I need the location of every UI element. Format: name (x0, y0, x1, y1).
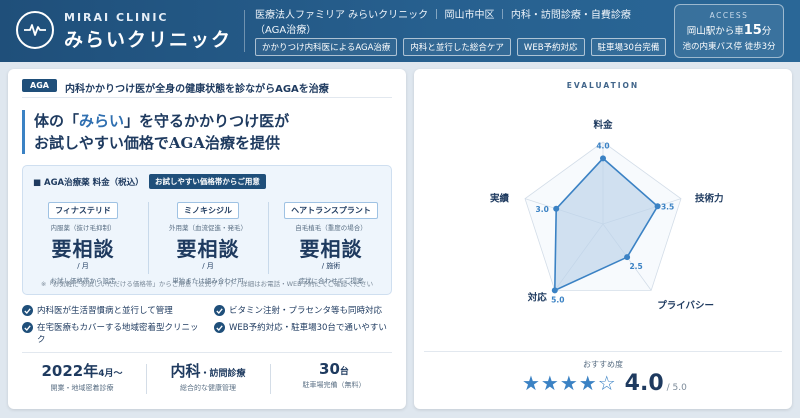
hero-text: 体の「みらい」を守るかかりつけ医が お試しやすい価格でAGA治療を提供 (22, 110, 289, 154)
check-item: WEB予約対応・駐車場30台で通いやすい (214, 322, 398, 334)
check-item: 在宅医療もカバーする地域密着型クリニック (22, 322, 200, 346)
check-icon (214, 322, 225, 333)
radar-data-point (600, 155, 606, 162)
price-item-name: フィナステリド (48, 202, 118, 219)
price-item-unit: / 月 (202, 262, 214, 270)
price-title: ■ AGA治療薬 料金（税込） (33, 178, 144, 188)
radar-data-point (654, 203, 661, 210)
price-divider (268, 202, 269, 274)
price-footnote: ※「お気軽に お試しいただける価格帯」からご用意（公式サイト）/ 詳細はお電話・… (40, 280, 374, 288)
check-icon (214, 305, 225, 316)
radar-chart: 4.0 3.5 2.5 5.0 3.0 料金技術力プライバシー 対応 実績 (490, 119, 724, 311)
divider (22, 352, 392, 353)
stat-opening: 2022年4月〜 開業・地域密着診療 (41, 362, 123, 392)
radar-data-point (624, 254, 631, 261)
header-tag: 駐車場30台完備 (590, 38, 667, 56)
access-drive-time: 岡山駅から車15分 (686, 23, 772, 38)
header-divider (244, 10, 245, 52)
check-item: ビタミン注射・プラセンタ等も同時対応 (214, 305, 398, 317)
aga-badge: AGA (22, 79, 57, 92)
price-item-hair-transplant: ヘアトランスプラント 自毛植毛（重度の場合） 要相談 / 施術 症状に合わせてご… (275, 198, 387, 285)
price-item-price: 要相談 (51, 237, 115, 261)
price-item-name: ミノキシジル (177, 202, 239, 219)
header-tag: 内科と並行した総合ケア (403, 38, 511, 56)
radar-value-label: 5.0 (551, 295, 564, 304)
site-header: MIRAI CLINIC みらいクリニック 医療法人ファミリア みらいクリニック… (0, 0, 800, 62)
price-item-finasteride: フィナステリド 内服薬（抜け毛抑制） 要相談 / 月 お試し価格帯から設定 (27, 198, 139, 285)
price-item-sub: 自毛植毛（重度の場合） (295, 224, 367, 232)
price-item-price: 要相談 (176, 237, 240, 261)
access-box: ACCESS 岡山駅から車15分 池の内東バス停 徒歩3分 (674, 4, 784, 58)
divider (22, 97, 392, 98)
logo-japanese[interactable]: みらいクリニック (64, 25, 232, 52)
divider (424, 351, 782, 352)
evaluation-card: EVALUATION 4.0 3.5 2.5 5.0 3.0 料金技術力プライバシー 対応 実… (414, 69, 792, 409)
price-divider (148, 202, 149, 274)
stat-divider (146, 364, 147, 394)
radar-value-label: 3.0 (536, 205, 549, 214)
logo-english: MIRAI CLINIC (64, 11, 169, 24)
radar-value-label: 4.0 (596, 141, 609, 150)
price-item-sub: 内服薬（抜け毛抑制） (50, 224, 116, 232)
evaluation-title: EVALUATION (566, 81, 640, 90)
radar-data-point (553, 205, 560, 212)
access-bus-stop: 池の内東バス停 徒歩3分 (682, 42, 776, 52)
rating-score: 4.0 (624, 371, 664, 396)
header-tags: かかりつけ内科医によるAGA治療 内科と並行した総合ケア WEB予約対応 駐車場… (255, 38, 667, 56)
radar-value-label: 3.5 (661, 202, 674, 211)
heartbeat-icon (16, 11, 54, 49)
price-item-minoxidil: ミノキシジル 外用薬（血流促進・発毛） 要相談 / 月 単独または組み合わせ可 (152, 198, 264, 285)
radar-data-point (551, 287, 558, 294)
stat-specialty: 内科・訪問診療 総合的な健康管理 (170, 362, 246, 392)
aga-info-card: AGA 内科かかりつけ医が全身の健康状態を診ながらAGAを治療 体の「みらい」を… (8, 69, 406, 409)
radar-axis-label: 実績 (490, 193, 510, 205)
price-item-unit: / 月 (77, 262, 89, 270)
rating-row: ★★★★☆ 4.0 / 5.0 (522, 371, 687, 396)
stat-divider (270, 364, 271, 394)
radar-axis-label: 技術力 (695, 193, 724, 205)
header-tag: かかりつけ内科医によるAGA治療 (255, 38, 398, 56)
header-tag: WEB予約対応 (516, 38, 585, 56)
radar-axis-label: 料金 (593, 119, 613, 131)
rating-max: / 5.0 (666, 383, 687, 393)
recommend-label: おすすめ度 (583, 360, 623, 369)
card-headline: 内科かかりつけ医が全身の健康状態を診ながらAGAを治療 (65, 84, 329, 95)
check-icon (22, 305, 33, 316)
price-pill: お試しやすい価格帯からご用意 (149, 174, 266, 189)
radar-value-label: 2.5 (629, 262, 642, 271)
price-item-price: 要相談 (299, 237, 363, 261)
price-item-unit: / 施術 (321, 262, 341, 270)
header-description: 医療法人ファミリア みらいクリニック ｜ 岡山市中区 ｜ 内科・訪問診療・自費診… (255, 10, 631, 36)
price-item-sub: 外用薬（血流促進・発毛） (169, 224, 247, 232)
stat-parking: 30台 駐車場完備（無料） (302, 360, 366, 389)
price-item-name: ヘアトランスプラント (284, 202, 378, 219)
access-label: ACCESS (709, 11, 749, 20)
rating-stars: ★★★★☆ (522, 371, 617, 395)
price-table: ■ AGA治療薬 料金（税込） お試しやすい価格帯からご用意 フィナステリド 内… (22, 165, 392, 295)
check-item: 内科医が生活習慣病と並行して管理 (22, 305, 202, 317)
radar-axis-label: 対応 (527, 291, 548, 303)
radar-axis-label: プライバシー (657, 299, 714, 311)
check-icon (22, 322, 33, 333)
